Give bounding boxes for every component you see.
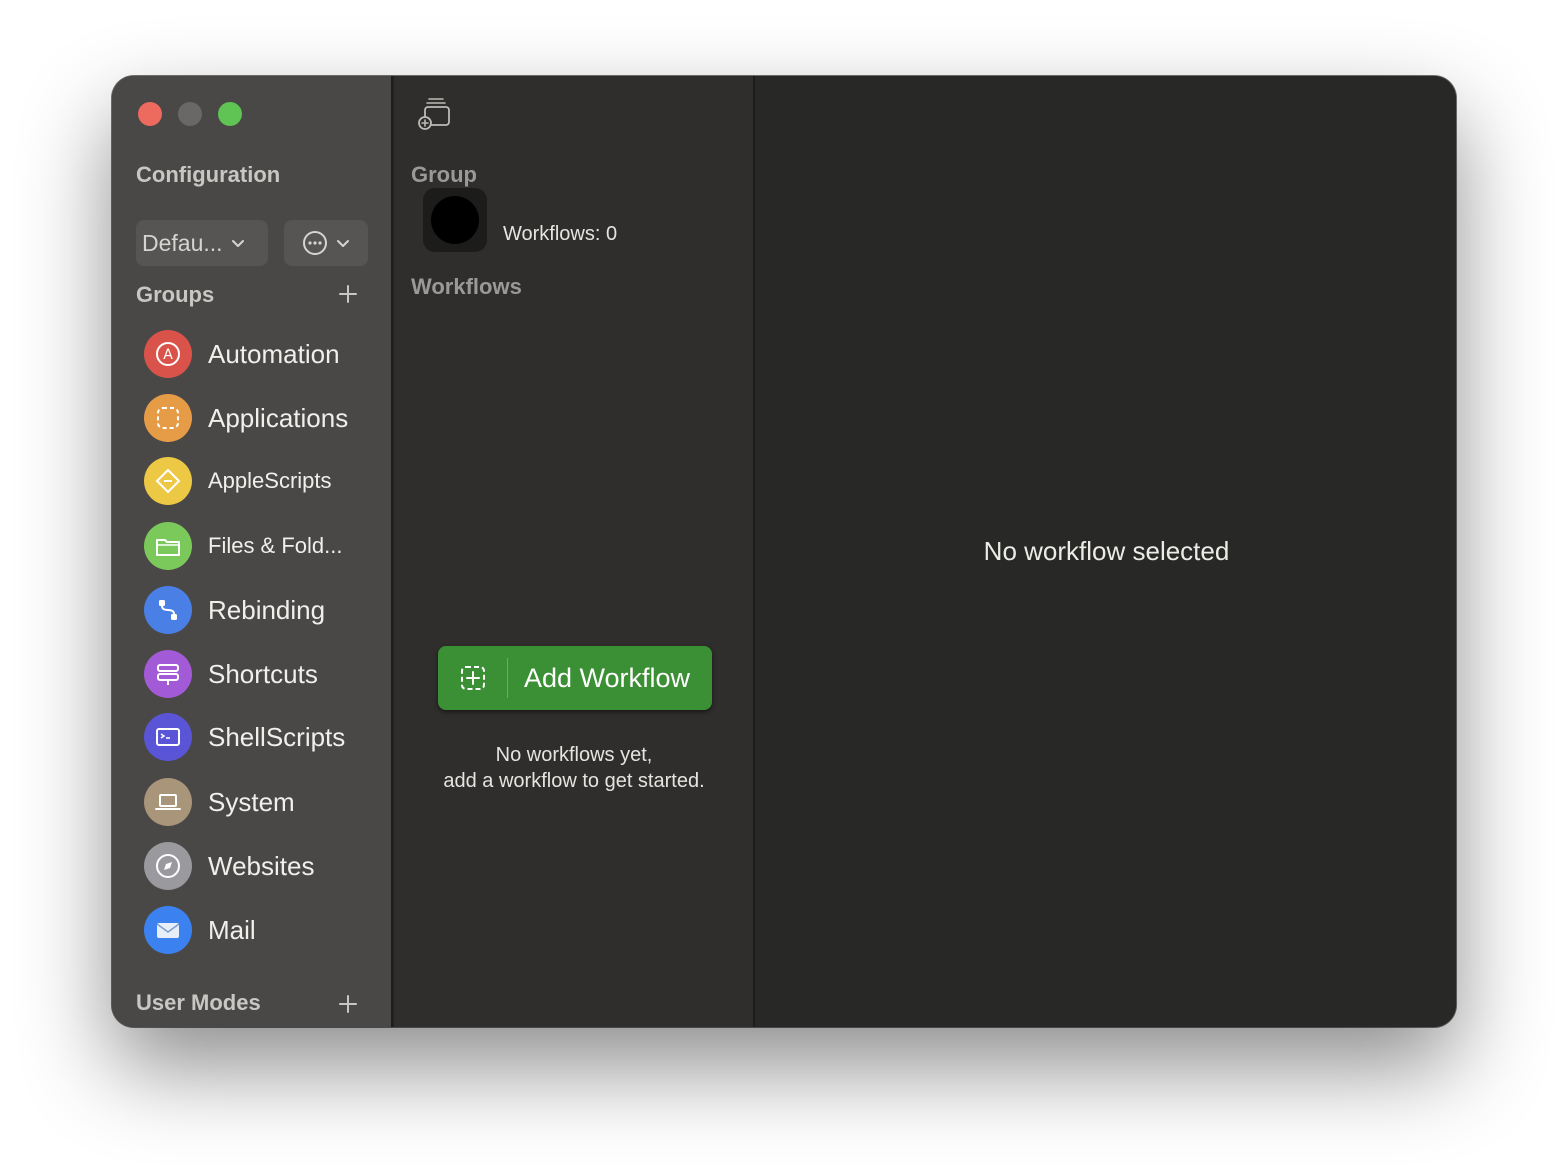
add-workflow-label: Add Workflow <box>524 662 691 693</box>
minimize-button[interactable] <box>178 102 202 126</box>
groups-title: Groups <box>136 282 215 307</box>
sidebar-item-shortcuts[interactable]: Shortcuts <box>144 649 384 699</box>
add-workflow-icon <box>460 666 485 690</box>
workflow-count: Workflows: 0 <box>503 223 618 245</box>
folder-icon <box>144 522 192 570</box>
sidebar-item-label: Automation <box>208 338 340 369</box>
sidebar-item-websites[interactable]: Websites <box>144 841 384 891</box>
configuration-controls: Defau... <box>136 220 368 266</box>
app-window: Configuration Defau... Groups A Automati… <box>112 76 1456 1027</box>
empty-message-line-2: add a workflow to get started. <box>443 770 705 792</box>
workflow-list-panel: Group Workflows: 0 Workflows Add Workflo… <box>395 76 755 1027</box>
empty-workflows-message: No workflows yet, add a workflow to get … <box>395 742 753 794</box>
sidebar: Configuration Defau... Groups A Automati… <box>112 76 393 1027</box>
configuration-title: Configuration <box>136 162 281 187</box>
svg-text:A: A <box>163 347 173 363</box>
group-color-circle <box>431 196 479 244</box>
sidebar-item-automation[interactable]: A Automation <box>144 329 384 379</box>
no-selection-message: No workflow selected <box>983 536 1230 566</box>
group-section-title: Group <box>411 162 477 187</box>
add-workflow-button[interactable]: Add Workflow <box>438 646 712 710</box>
sidebar-item-label: Applications <box>208 402 349 433</box>
terminal-icon <box>144 713 192 761</box>
plus-icon <box>339 285 357 303</box>
ellipsis-circle-icon <box>303 231 327 255</box>
configuration-actions-menu[interactable] <box>284 220 368 266</box>
sidebar-item-files-folders[interactable]: Files & Fold... <box>144 521 384 571</box>
add-group-stack-icon <box>418 98 450 130</box>
chevron-down-icon <box>231 240 244 247</box>
sidebar-item-applications[interactable]: Applications <box>144 393 384 443</box>
shortcuts-icon <box>144 650 192 698</box>
group-icon-well[interactable] <box>423 188 487 252</box>
sidebar-item-system[interactable]: System <box>144 777 384 827</box>
sidebar-item-label: Websites <box>208 850 315 881</box>
sidebar-item-label: Shortcuts <box>208 658 318 689</box>
sidebar-item-applescripts[interactable]: AppleScripts <box>144 456 384 506</box>
plus-icon <box>339 995 357 1013</box>
configuration-popup[interactable]: Defau... <box>136 220 268 266</box>
traffic-lights <box>138 102 242 126</box>
sidebar-item-label: Files & Fold... <box>208 533 343 558</box>
workflows-section-title: Workflows <box>411 274 522 299</box>
automation-icon: A <box>144 330 192 378</box>
sidebar-item-label: ShellScripts <box>208 721 346 752</box>
sidebar-item-mail[interactable]: Mail <box>144 905 384 955</box>
applescript-icon <box>144 457 192 505</box>
new-group-toolbar-button[interactable] <box>417 96 453 135</box>
sidebar-item-label: AppleScripts <box>208 468 332 493</box>
workflow-detail-panel: No workflow selected <box>757 76 1456 1027</box>
add-user-mode-button[interactable] <box>336 992 360 1016</box>
zoom-button[interactable] <box>218 102 242 126</box>
compass-icon <box>144 842 192 890</box>
sidebar-item-label: Mail <box>208 914 256 945</box>
configuration-popup-label: Defau... <box>142 229 223 256</box>
sidebar-item-rebinding[interactable]: Rebinding <box>144 585 384 635</box>
user-modes-title: User Modes <box>136 990 261 1015</box>
add-group-button[interactable] <box>336 282 360 306</box>
mail-icon <box>144 906 192 954</box>
rebinding-icon <box>144 586 192 634</box>
sidebar-item-shellscripts[interactable]: ShellScripts <box>144 712 384 762</box>
sidebar-item-label: System <box>208 786 295 817</box>
chevron-down-icon <box>337 240 349 247</box>
close-button[interactable] <box>138 102 162 126</box>
laptop-icon <box>144 778 192 826</box>
empty-message-line-1: No workflows yet, <box>495 744 653 766</box>
sidebar-item-label: Rebinding <box>208 594 326 625</box>
applications-icon <box>144 394 192 442</box>
